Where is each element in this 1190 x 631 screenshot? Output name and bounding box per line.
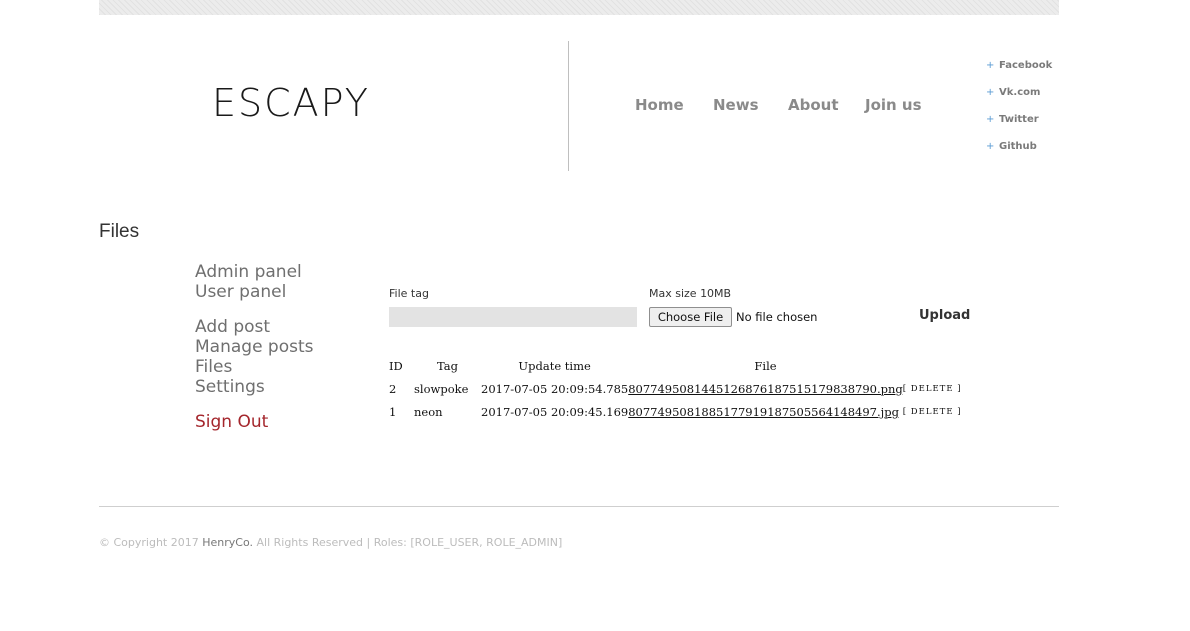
sidebar-item-settings[interactable]: Settings [195,377,314,397]
choose-file-button[interactable]: Choose File [649,307,732,327]
plus-icon: + [986,141,995,152]
sign-out-link[interactable]: Sign Out [195,412,314,432]
cell-tag: neon [414,404,443,419]
nav-join-us[interactable]: Join us [865,96,922,114]
column-header-id: ID [389,359,403,373]
column-header-file: File [754,359,777,373]
footer-copyright: © Copyright 2017 HenryCo. All Rights Res… [99,536,562,549]
cell-file: 807749508188517791918750556414849​7.jpg [628,400,903,423]
nav-home[interactable]: Home [635,96,684,114]
copyright-text: © Copyright 2017 [99,536,203,549]
social-label: Github [999,141,1037,152]
column-header-update-time: Update time [518,359,591,373]
sidebar-item-manage-posts[interactable]: Manage posts [195,337,314,357]
max-size-label: Max size 10MB [649,287,732,300]
top-decorative-strip [99,0,1059,15]
social-label: Twitter [999,114,1039,125]
social-github[interactable]: + Github [986,141,1052,168]
file-link[interactable]: 807749508144512687618751517983879​0.png [628,382,903,396]
site-logo[interactable]: ESCAPY [212,84,370,122]
cell-update-time: 2017-07-05 20:09:45.169 [481,404,629,419]
sidebar-item-add-post[interactable]: Add post [195,317,314,337]
social-vk[interactable]: + Vk.com [986,87,1052,114]
file-link[interactable]: 807749508188517791918750556414849​7.jpg [628,405,899,419]
header-divider [568,41,569,171]
social-facebook[interactable]: + Facebook [986,60,1052,87]
cell-file: 807749508144512687618751517983879​0.png [628,377,903,400]
cell-tag: slowpoke [414,381,469,396]
files-table: ID Tag Update time File 2 slowpoke 2017-… [389,355,963,423]
file-chosen-status: No file chosen [736,310,818,324]
cell-actions: [ DELETE ] [903,377,963,400]
page-title: Files [99,221,140,242]
nav-about[interactable]: About [788,96,839,114]
cell-id: 1 [389,404,397,419]
cell-actions: [ DELETE ] [903,400,963,423]
cell-id: 2 [389,381,397,396]
sidebar-item-admin-panel[interactable]: Admin panel [195,262,314,282]
table-row: 2 slowpoke 2017-07-05 20:09:54.785 80774… [389,377,963,400]
sidebar-item-user-panel[interactable]: User panel [195,282,314,302]
nav-news[interactable]: News [713,96,759,114]
sidebar-menu: Admin panel User panel Add post Manage p… [195,262,314,432]
social-label: Vk.com [999,87,1041,98]
footer-divider [99,506,1059,507]
upload-button[interactable]: Upload [919,308,970,323]
social-links: + Facebook + Vk.com + Twitter + Github [986,60,1052,168]
cell-update-time: 2017-07-05 20:09:54.785 [481,381,629,396]
file-tag-label: File tag [389,287,429,300]
column-header-actions [903,355,963,377]
column-header-tag: Tag [437,359,458,373]
plus-icon: + [986,60,995,71]
table-header-row: ID Tag Update time File [389,355,963,377]
rights-roles-text: All Rights Reserved | Roles: [ROLE_USER,… [253,536,563,549]
company-link[interactable]: HenryCo. [202,536,253,549]
delete-button[interactable]: [ DELETE ] [903,407,962,417]
plus-icon: + [986,87,995,98]
file-tag-input[interactable] [389,307,637,327]
delete-button[interactable]: [ DELETE ] [903,384,962,394]
social-twitter[interactable]: + Twitter [986,114,1052,141]
table-row: 1 neon 2017-07-05 20:09:45.169 807749508… [389,400,963,423]
plus-icon: + [986,114,995,125]
social-label: Facebook [999,60,1053,71]
sidebar-item-files[interactable]: Files [195,357,314,377]
